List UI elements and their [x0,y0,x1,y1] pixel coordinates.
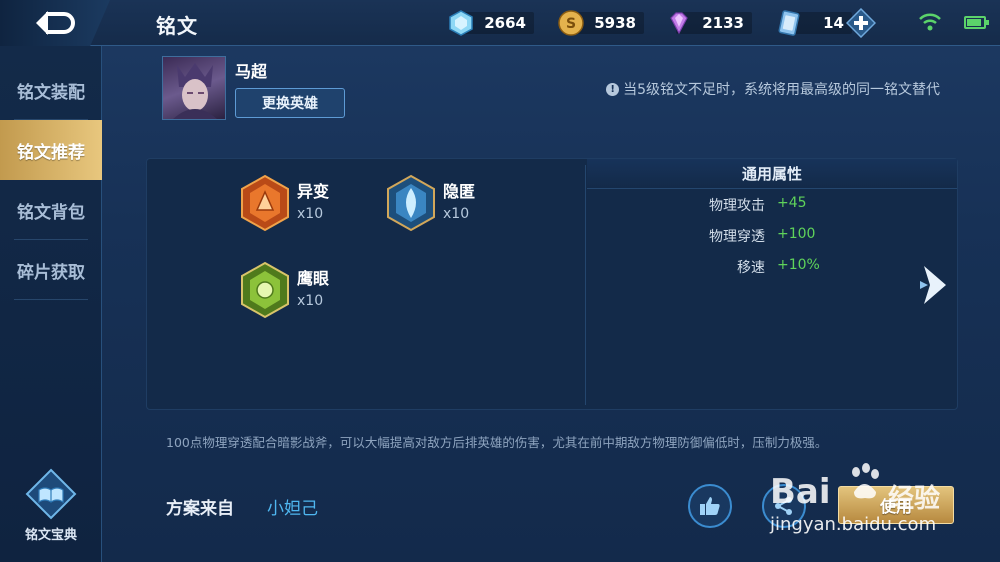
source-author-link[interactable]: 小妲己 [267,494,318,519]
hero-avatar[interactable] [162,56,226,120]
diamond-icon [670,12,688,35]
svg-text:S: S [566,16,576,32]
attribute-row: 物理攻击 +45 [709,195,807,214]
attribute-row: 物理穿透 +100 [709,226,816,245]
change-hero-button[interactable]: 更换英雄 [235,88,345,118]
hero-name: 马超 [235,62,268,81]
gold-counter: S 5938 [558,10,644,36]
top-bar: 铭文 2664 S 5938 2133 14 [0,0,1000,46]
plan-description: 100点物理穿透配合暗影战斧，可以大幅提高对敌方后排英雄的伤害，尤其在前中期敌方… [166,435,828,450]
like-button[interactable] [688,484,732,528]
ticket-card-icon [778,10,800,36]
hero-portrait-icon [173,63,217,119]
use-button[interactable]: 使用 [838,486,954,524]
inscription-item[interactable]: 异变 x10 [239,174,379,234]
info-icon: ! [606,82,620,96]
codex-button[interactable]: 铭文宝典 [10,468,92,556]
sidebar-item-recommend[interactable]: 铭文推荐 [0,120,102,180]
battery-icon [964,16,989,29]
inscription-panel: 异变 x10 隐匿 x10 鹰眼 x10 通用属性 物理攻击 +45 物理穿透 … [146,158,958,410]
sidebar-item-equip[interactable]: 铭文装配 [0,60,102,120]
book-icon [25,468,77,520]
next-arrow-icon[interactable] [916,260,956,310]
back-button[interactable] [0,0,110,46]
sidebar: 铭文装配 铭文推荐 铭文背包 碎片获取 铭文宝典 [0,46,102,562]
divider [585,165,586,405]
inscription-item[interactable]: 隐匿 x10 [385,174,525,234]
attribute-row: 移速 +10% [737,257,820,276]
back-arrow-icon [36,11,75,35]
attributes-header: 通用属性 [587,159,957,189]
green-inscription-icon [241,261,289,319]
thumbs-up-icon [700,497,720,515]
sidebar-item-fragments[interactable]: 碎片获取 [0,240,102,300]
blue-inscription-icon [387,174,435,232]
sidebar-item-backpack[interactable]: 铭文背包 [0,180,102,240]
add-icon[interactable] [846,8,876,38]
red-inscription-icon [241,174,289,232]
hero-row: 马超 更换英雄 ! 当5级铭文不足时，系统将用最高级的同一铭文替代 [102,46,1000,126]
diamond-counter: 2133 [666,10,752,36]
source-label: 方案来自 [166,499,234,519]
share-button[interactable] [762,484,806,528]
page-title: 铭文 [156,14,198,38]
ticket-counter: 14 [776,8,876,38]
inscription-item[interactable]: 鹰眼 x10 [239,261,379,321]
share-icon [775,497,792,515]
wifi-icon [919,13,941,31]
crystal-icon [449,10,473,36]
notice: ! 当5级铭文不足时，系统将用最高级的同一铭文替代 [606,79,940,99]
gold-coin-icon: S [558,10,584,36]
crystal-counter: 2664 [448,10,534,36]
